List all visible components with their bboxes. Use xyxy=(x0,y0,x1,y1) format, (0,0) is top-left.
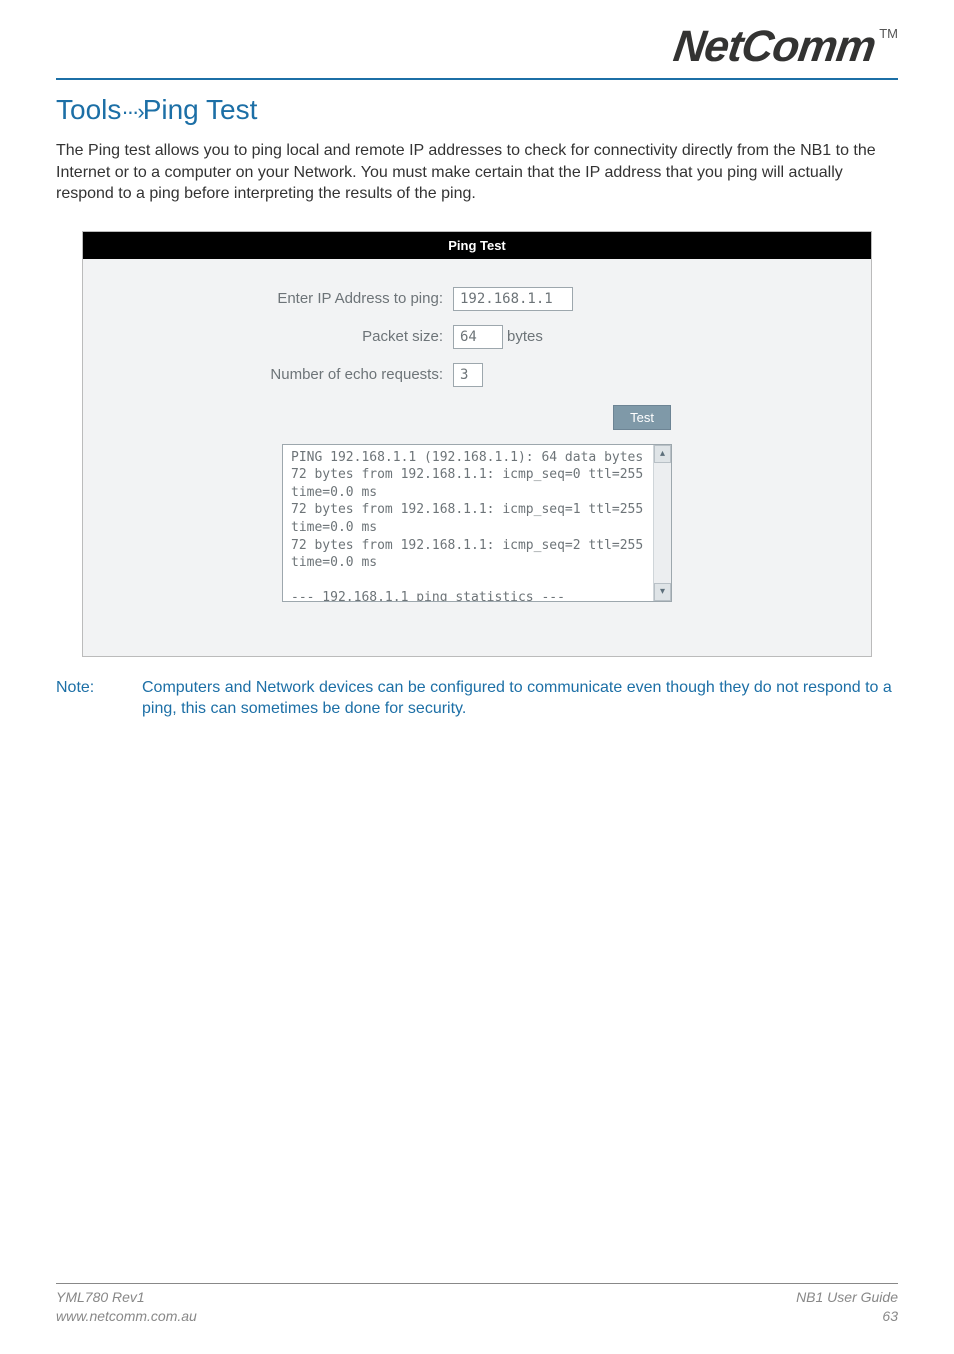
panel-body: Enter IP Address to ping: Packet size: b… xyxy=(83,259,871,656)
label-ip: Enter IP Address to ping: xyxy=(123,290,453,307)
row-size: Packet size: bytes xyxy=(123,325,831,349)
echo-requests-input[interactable] xyxy=(453,363,483,387)
test-button[interactable]: Test xyxy=(613,405,671,430)
footer-right: NB1 User Guide 63 xyxy=(796,1288,898,1326)
label-requests: Number of echo requests: xyxy=(123,366,453,383)
note: Note: Computers and Network devices can … xyxy=(56,677,898,720)
footer-right-1: NB1 User Guide xyxy=(796,1288,898,1307)
note-body: Computers and Network devices can be con… xyxy=(142,677,898,720)
page-footer: YML780 Rev1 www.netcomm.com.au NB1 User … xyxy=(56,1283,898,1326)
ip-input[interactable] xyxy=(453,287,573,311)
footer-left-1: YML780 Rev1 xyxy=(56,1288,197,1307)
panel-header: Ping Test xyxy=(83,232,871,259)
logo-row: NetComm TM xyxy=(56,0,898,72)
logo-text: NetComm xyxy=(671,22,879,72)
ping-result-textarea[interactable] xyxy=(283,445,653,601)
test-button-row: Test xyxy=(123,405,831,430)
footer-left: YML780 Rev1 www.netcomm.com.au xyxy=(56,1288,197,1326)
footer-right-2: 63 xyxy=(796,1307,898,1326)
title-left: Tools xyxy=(56,94,121,125)
note-label: Note: xyxy=(56,677,142,720)
row-requests: Number of echo requests: xyxy=(123,363,831,387)
scrollbar[interactable]: ▴ ▾ xyxy=(653,445,671,601)
label-size: Packet size: xyxy=(123,328,453,345)
logo: NetComm TM xyxy=(674,22,898,72)
scroll-up-icon[interactable]: ▴ xyxy=(654,445,671,463)
footer-rule xyxy=(56,1283,898,1284)
footer-left-2: www.netcomm.com.au xyxy=(56,1307,197,1326)
result-wrap: ▴ ▾ xyxy=(282,444,672,602)
page-title: Tools···›Ping Test xyxy=(56,94,898,126)
title-arrow-icon: ···› xyxy=(121,99,142,124)
label-bytes: bytes xyxy=(507,328,543,345)
row-ip: Enter IP Address to ping: xyxy=(123,287,831,311)
packet-size-input[interactable] xyxy=(453,325,503,349)
ping-test-panel: Ping Test Enter IP Address to ping: Pack… xyxy=(82,231,872,657)
result-row: ▴ ▾ xyxy=(123,444,831,602)
title-right: Ping Test xyxy=(143,94,258,125)
trademark: TM xyxy=(879,26,898,41)
header-rule xyxy=(56,78,898,80)
scroll-down-icon[interactable]: ▾ xyxy=(654,583,671,601)
intro-paragraph: The Ping test allows you to ping local a… xyxy=(56,140,898,205)
